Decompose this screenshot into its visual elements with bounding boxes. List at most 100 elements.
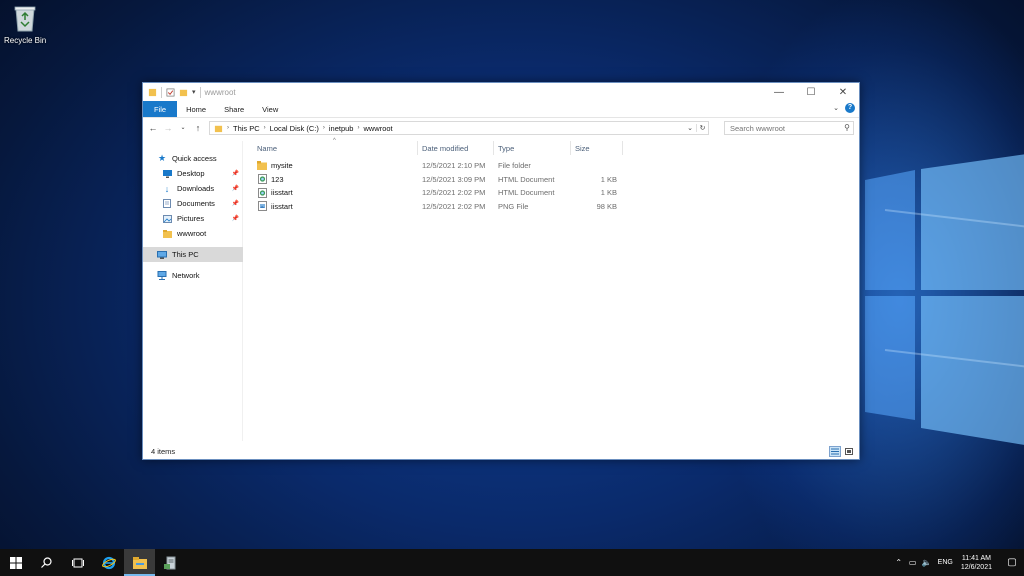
show-hidden-icons-icon[interactable]: ⌃ bbox=[892, 558, 906, 567]
recycle-bin-icon bbox=[14, 6, 36, 32]
minimize-button[interactable]: — bbox=[763, 83, 795, 101]
properties-icon[interactable] bbox=[166, 88, 175, 97]
pictures-icon bbox=[162, 214, 172, 224]
nav-quick-access[interactable]: ★ Quick access bbox=[143, 151, 243, 166]
new-folder-icon[interactable] bbox=[179, 88, 188, 97]
breadcrumb-wwwroot[interactable]: wwwroot bbox=[363, 124, 392, 133]
nav-label: Pictures bbox=[177, 214, 205, 223]
breadcrumb-separator-icon[interactable]: › bbox=[264, 125, 266, 131]
breadcrumb-separator-icon[interactable]: › bbox=[227, 125, 229, 131]
breadcrumb-inetpub[interactable]: inetpub bbox=[329, 124, 354, 133]
computer-icon bbox=[157, 250, 167, 260]
input-language[interactable]: ENG bbox=[938, 559, 953, 566]
nav-documents[interactable]: Documents 📌 bbox=[143, 196, 243, 211]
windows-logo-wallpaper bbox=[865, 154, 1024, 445]
file-date: 12/5/2021 2:10 PM bbox=[422, 161, 486, 171]
address-dropdown-icon[interactable]: ⌄ bbox=[684, 124, 696, 132]
breadcrumb-this-pc[interactable]: This PC bbox=[233, 124, 260, 133]
file-name: iisstart bbox=[271, 201, 293, 211]
png-file-icon bbox=[257, 201, 267, 212]
tab-share[interactable]: Share bbox=[215, 101, 253, 117]
help-icon[interactable]: ? bbox=[845, 103, 855, 113]
file-list: mysite 12/5/2021 2:10 PM File folder 123… bbox=[253, 159, 619, 213]
file-explorer-window: ▾ wwwroot — ☐ ✕ File Home Share View ⌄ ?… bbox=[142, 82, 860, 460]
large-icons-view-button[interactable] bbox=[843, 446, 855, 457]
breadcrumb-separator-icon[interactable]: › bbox=[323, 125, 325, 131]
nav-downloads[interactable]: ↓ Downloads 📌 bbox=[143, 181, 243, 196]
windows-start-icon bbox=[9, 556, 22, 569]
search-box[interactable]: ⚲ bbox=[724, 121, 854, 135]
maximize-button[interactable]: ☐ bbox=[795, 83, 827, 101]
breadcrumb-separator-icon[interactable]: › bbox=[357, 125, 359, 131]
expand-ribbon-icon[interactable]: ⌄ bbox=[833, 104, 839, 112]
clock-time: 11:41 AM bbox=[961, 554, 991, 562]
file-row[interactable]: mysite 12/5/2021 2:10 PM File folder bbox=[253, 159, 619, 173]
back-button[interactable]: ← bbox=[147, 121, 159, 135]
pin-icon[interactable]: 📌 bbox=[232, 185, 239, 192]
title-bar[interactable]: ▾ wwwroot — ☐ ✕ bbox=[143, 83, 859, 101]
column-name[interactable]: Name bbox=[253, 141, 418, 155]
taskbar-internet-explorer[interactable] bbox=[93, 549, 124, 576]
file-size: 1 KB bbox=[600, 188, 617, 198]
column-size[interactable]: Size bbox=[571, 141, 623, 155]
file-name: mysite bbox=[271, 161, 293, 171]
task-view-button[interactable] bbox=[62, 549, 93, 576]
nav-label: Quick access bbox=[172, 154, 217, 163]
html-file-icon bbox=[257, 174, 267, 185]
forward-button[interactable]: → bbox=[162, 121, 174, 135]
large-icons-view-icon bbox=[845, 448, 853, 455]
refresh-icon[interactable]: ↻ bbox=[696, 124, 708, 132]
desktop-icon bbox=[162, 169, 172, 179]
action-center-icon[interactable]: ▢ bbox=[1000, 557, 1024, 568]
recycle-bin[interactable]: Recycle Bin bbox=[4, 4, 46, 45]
pin-icon[interactable]: 📌 bbox=[232, 215, 239, 222]
taskbar-server-manager[interactable] bbox=[155, 549, 186, 576]
network-icon bbox=[157, 271, 167, 281]
nav-label: This PC bbox=[172, 250, 199, 259]
file-name: 123 bbox=[271, 174, 284, 184]
column-type[interactable]: Type bbox=[494, 141, 571, 155]
folder-icon bbox=[148, 88, 157, 96]
nav-network[interactable]: Network bbox=[143, 268, 243, 283]
file-size: 1 KB bbox=[600, 174, 617, 184]
download-icon: ↓ bbox=[164, 183, 170, 194]
pin-icon[interactable]: 📌 bbox=[232, 200, 239, 207]
search-input[interactable] bbox=[730, 123, 840, 133]
file-date: 12/5/2021 3:09 PM bbox=[422, 174, 486, 184]
file-row[interactable]: 123 12/5/2021 3:09 PM HTML Document 1 KB bbox=[253, 173, 619, 187]
address-bar[interactable]: › This PC › Local Disk (C:) › inetpub › wwwr… bbox=[209, 121, 709, 135]
clock[interactable]: 11:41 AM 12/6/2021 bbox=[961, 554, 992, 572]
nav-pictures[interactable]: Pictures 📌 bbox=[143, 211, 243, 226]
status-item-count: 4 items bbox=[151, 447, 176, 456]
nav-label: wwwroot bbox=[177, 229, 207, 238]
nav-desktop[interactable]: Desktop 📌 bbox=[143, 166, 243, 181]
pin-icon[interactable]: 📌 bbox=[232, 170, 239, 177]
customize-toolbar-icon[interactable]: ▾ bbox=[192, 88, 196, 96]
tab-view[interactable]: View bbox=[253, 101, 287, 117]
column-headers: Name Date modified Type Size bbox=[253, 141, 623, 155]
nav-label: Downloads bbox=[177, 184, 215, 193]
file-explorer-icon bbox=[132, 556, 147, 569]
recent-locations-icon[interactable]: ⌄ bbox=[177, 121, 189, 135]
column-date-modified[interactable]: Date modified bbox=[418, 141, 494, 155]
task-view-icon bbox=[71, 558, 84, 567]
up-button[interactable]: ↑ bbox=[192, 121, 204, 135]
volume-muted-icon[interactable]: 🔈 bbox=[920, 558, 934, 567]
search-button[interactable] bbox=[31, 549, 62, 576]
details-view-button[interactable] bbox=[829, 446, 841, 457]
tab-home[interactable]: Home bbox=[177, 101, 215, 117]
close-button[interactable]: ✕ bbox=[827, 83, 859, 101]
nav-this-pc[interactable]: This PC bbox=[143, 247, 243, 262]
file-row[interactable]: iisstart 12/5/2021 2:02 PM HTML Document… bbox=[253, 186, 619, 200]
network-status-icon[interactable]: ▭ bbox=[906, 558, 920, 567]
file-type: HTML Document bbox=[498, 174, 555, 184]
start-button[interactable] bbox=[0, 549, 31, 576]
breadcrumb-local-disk[interactable]: Local Disk (C:) bbox=[270, 124, 319, 133]
search-icon: ⚲ bbox=[844, 123, 850, 132]
taskbar: ⌃ ▭ 🔈 ENG 11:41 AM 12/6/2021 ▢ bbox=[0, 549, 1024, 576]
quick-access-toolbar: ▾ bbox=[148, 86, 201, 98]
file-row[interactable]: iisstart 12/5/2021 2:02 PM PNG File 98 K… bbox=[253, 200, 619, 214]
tab-file[interactable]: File bbox=[143, 101, 178, 117]
taskbar-file-explorer[interactable] bbox=[124, 549, 155, 576]
nav-wwwroot[interactable]: wwwroot bbox=[143, 226, 243, 241]
